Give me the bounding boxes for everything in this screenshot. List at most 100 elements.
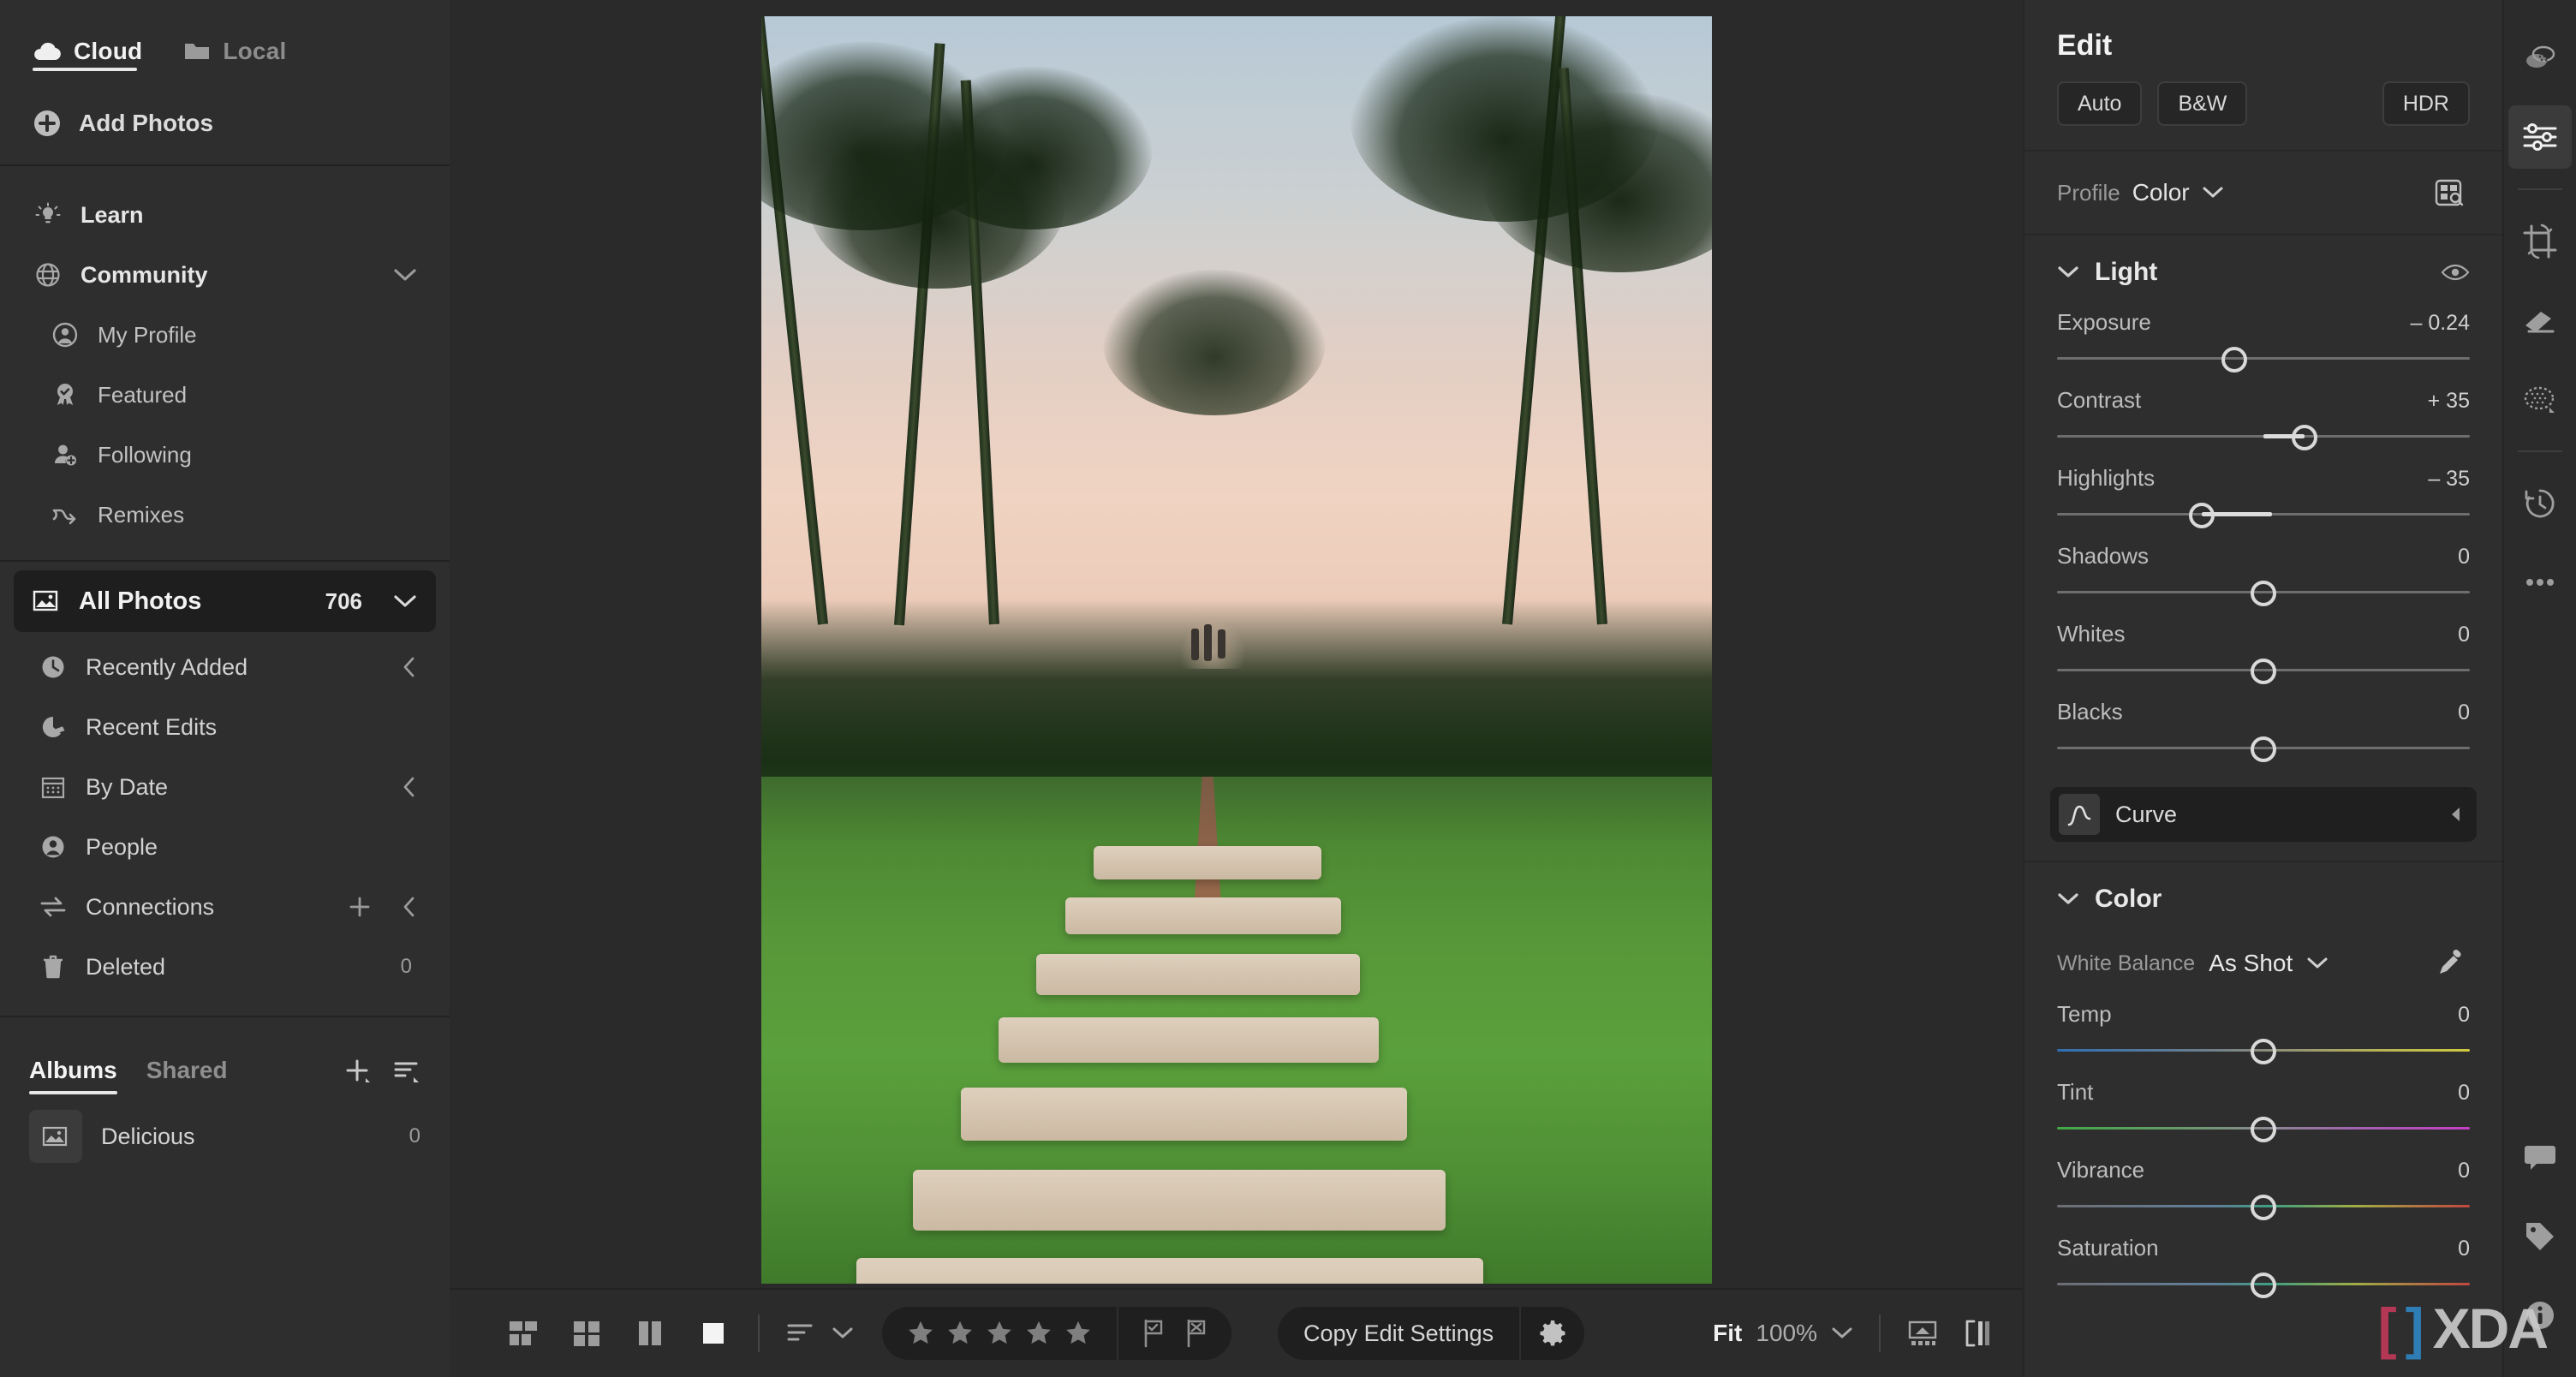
grid-icon[interactable] [568, 1314, 605, 1352]
slider-saturation-label: Saturation [2057, 1235, 2159, 1261]
grid-compact-icon[interactable] [504, 1314, 542, 1352]
tab-shared[interactable]: Shared [146, 1057, 228, 1100]
add-album-icon[interactable] [343, 1057, 371, 1084]
sidebar-item-community[interactable]: Community [0, 245, 450, 305]
slider-shadows-label: Shadows [2057, 543, 2149, 569]
eye-icon[interactable] [2441, 262, 2470, 283]
info-icon[interactable] [2508, 1284, 2572, 1347]
healing-brush-icon[interactable] [2508, 289, 2572, 352]
toolbar-divider-1 [758, 1314, 760, 1352]
photo-viewer[interactable] [450, 0, 2023, 1288]
sidebar-item-learn[interactable]: Learn [0, 185, 450, 245]
zoom-fit-label[interactable]: Fit [1713, 1320, 1742, 1347]
slider-temp[interactable]: Temp 0 [2024, 993, 2502, 1070]
curve-button[interactable]: Curve [2050, 787, 2477, 842]
flag-pick-icon[interactable] [1141, 1319, 1166, 1348]
slider-contrast[interactable]: Contrast + 35 [2024, 379, 2502, 456]
sidebar-item-by-date-label: By Date [86, 773, 169, 800]
sidebar-item-recently-added[interactable]: Recently Added [0, 637, 450, 697]
albums-actions [343, 1057, 420, 1100]
tab-albums[interactable]: Albums [29, 1057, 117, 1100]
sidebar-item-my-profile[interactable]: My Profile [0, 305, 450, 365]
sidebar-item-connections[interactable]: Connections [0, 877, 450, 937]
sort-group[interactable] [785, 1320, 854, 1347]
sidebar-item-recent-edits[interactable]: Recent Edits [0, 697, 450, 757]
tab-cloud[interactable]: Cloud [33, 16, 142, 81]
gear-icon[interactable] [1521, 1307, 1584, 1360]
albums-header: Albums Shared [0, 1017, 450, 1100]
recent-edits-icon [38, 714, 69, 740]
chevron-down-icon[interactable] [2306, 956, 2329, 971]
slider-highlights-label: Highlights [2057, 465, 2156, 491]
flag-reject-icon[interactable] [1184, 1319, 1209, 1348]
sidebar-item-by-date[interactable]: By Date [0, 757, 450, 817]
comments-icon[interactable] [2508, 1126, 2572, 1189]
chevron-left-icon[interactable] [402, 656, 417, 678]
profile-value[interactable]: Color [2132, 179, 2190, 206]
slider-highlights[interactable]: Highlights – 35 [2024, 456, 2502, 534]
bw-button[interactable]: B&W [2157, 81, 2248, 126]
chevron-down-icon[interactable] [2202, 185, 2224, 200]
right-tool-rail [2502, 0, 2576, 1377]
slider-vibrance-label: Vibrance [2057, 1157, 2145, 1183]
chevron-left-icon[interactable] [402, 776, 417, 798]
more-options-icon[interactable] [2508, 551, 2572, 614]
versions-history-icon[interactable] [2508, 472, 2572, 535]
sidebar-item-deleted[interactable]: Deleted 0 [0, 937, 450, 997]
chevron-down-icon[interactable] [393, 267, 417, 283]
chevron-left-icon[interactable] [402, 896, 417, 918]
edit-sliders-icon[interactable] [2508, 105, 2572, 169]
zoom-percent-label[interactable]: 100% [1756, 1320, 1817, 1347]
sidebar-item-all-photos[interactable]: All Photos 706 [14, 570, 436, 632]
trash-icon [38, 954, 69, 980]
add-connection-icon[interactable] [349, 896, 371, 918]
slider-saturation[interactable]: Saturation 0 [2024, 1226, 2502, 1304]
chevron-down-icon[interactable] [832, 1326, 854, 1341]
triangle-left-icon[interactable] [2448, 805, 2465, 824]
sidebar-item-remixes[interactable]: Remixes [0, 485, 450, 545]
before-after-icon[interactable] [1963, 1318, 1994, 1349]
compare-icon[interactable] [631, 1314, 669, 1352]
copy-edit-settings-button[interactable]: Copy Edit Settings [1278, 1320, 1519, 1347]
detail-icon[interactable] [695, 1314, 732, 1352]
tab-shared-label: Shared [146, 1057, 228, 1083]
hdr-button[interactable]: HDR [2382, 81, 2470, 126]
chevron-down-icon[interactable] [1831, 1326, 1853, 1341]
chevron-down-icon[interactable] [2057, 265, 2079, 280]
slider-temp-label: Temp [2057, 1001, 2112, 1027]
white-balance-value[interactable]: As Shot [2209, 950, 2293, 977]
zoom-control[interactable]: Fit 100% [1713, 1320, 1853, 1347]
filmstrip-toggle-icon[interactable] [1906, 1319, 1939, 1348]
sort-icon[interactable] [785, 1320, 816, 1347]
slider-vibrance[interactable]: Vibrance 0 [2024, 1148, 2502, 1226]
star-rating[interactable] [882, 1319, 1117, 1348]
chevron-down-icon[interactable] [2057, 891, 2079, 907]
light-section-header[interactable]: Light [2024, 235, 2502, 301]
keywords-tag-icon[interactable] [2508, 1205, 2572, 1268]
sidebar-item-featured[interactable]: Featured [0, 365, 450, 425]
sort-albums-icon[interactable] [393, 1058, 420, 1083]
album-item-delicious[interactable]: Delicious 0 [0, 1100, 450, 1173]
slider-blacks[interactable]: Blacks 0 [2024, 690, 2502, 768]
all-photos-label: All Photos [79, 587, 202, 615]
crop-rotate-icon[interactable] [2508, 210, 2572, 273]
chevron-down-icon[interactable] [393, 593, 417, 609]
add-photos-button[interactable]: Add Photos [0, 82, 450, 164]
masking-icon[interactable] [2508, 367, 2572, 431]
sidebar-item-people[interactable]: People [0, 817, 450, 877]
profile-label: Profile [2057, 179, 2120, 206]
slider-tint[interactable]: Tint 0 [2024, 1070, 2502, 1148]
eyedropper-icon[interactable] [2430, 946, 2470, 981]
tab-local[interactable]: Local [183, 16, 286, 81]
slider-shadows[interactable]: Shadows 0 [2024, 534, 2502, 612]
slider-whites[interactable]: Whites 0 [2024, 612, 2502, 690]
browse-profiles-icon[interactable] [2429, 174, 2470, 212]
sidebar-item-connections-label: Connections [86, 893, 215, 920]
edit-top-buttons: Auto B&W HDR [2024, 63, 2502, 150]
auto-button[interactable]: Auto [2057, 81, 2143, 126]
presets-icon[interactable] [2508, 27, 2572, 90]
color-section-header[interactable]: Color [2024, 862, 2502, 927]
sidebar-item-following[interactable]: Following [0, 425, 450, 485]
slider-exposure[interactable]: Exposure – 0.24 [2024, 301, 2502, 379]
left-sidebar: Cloud Local Add Photos Learn Community M… [0, 0, 450, 1377]
